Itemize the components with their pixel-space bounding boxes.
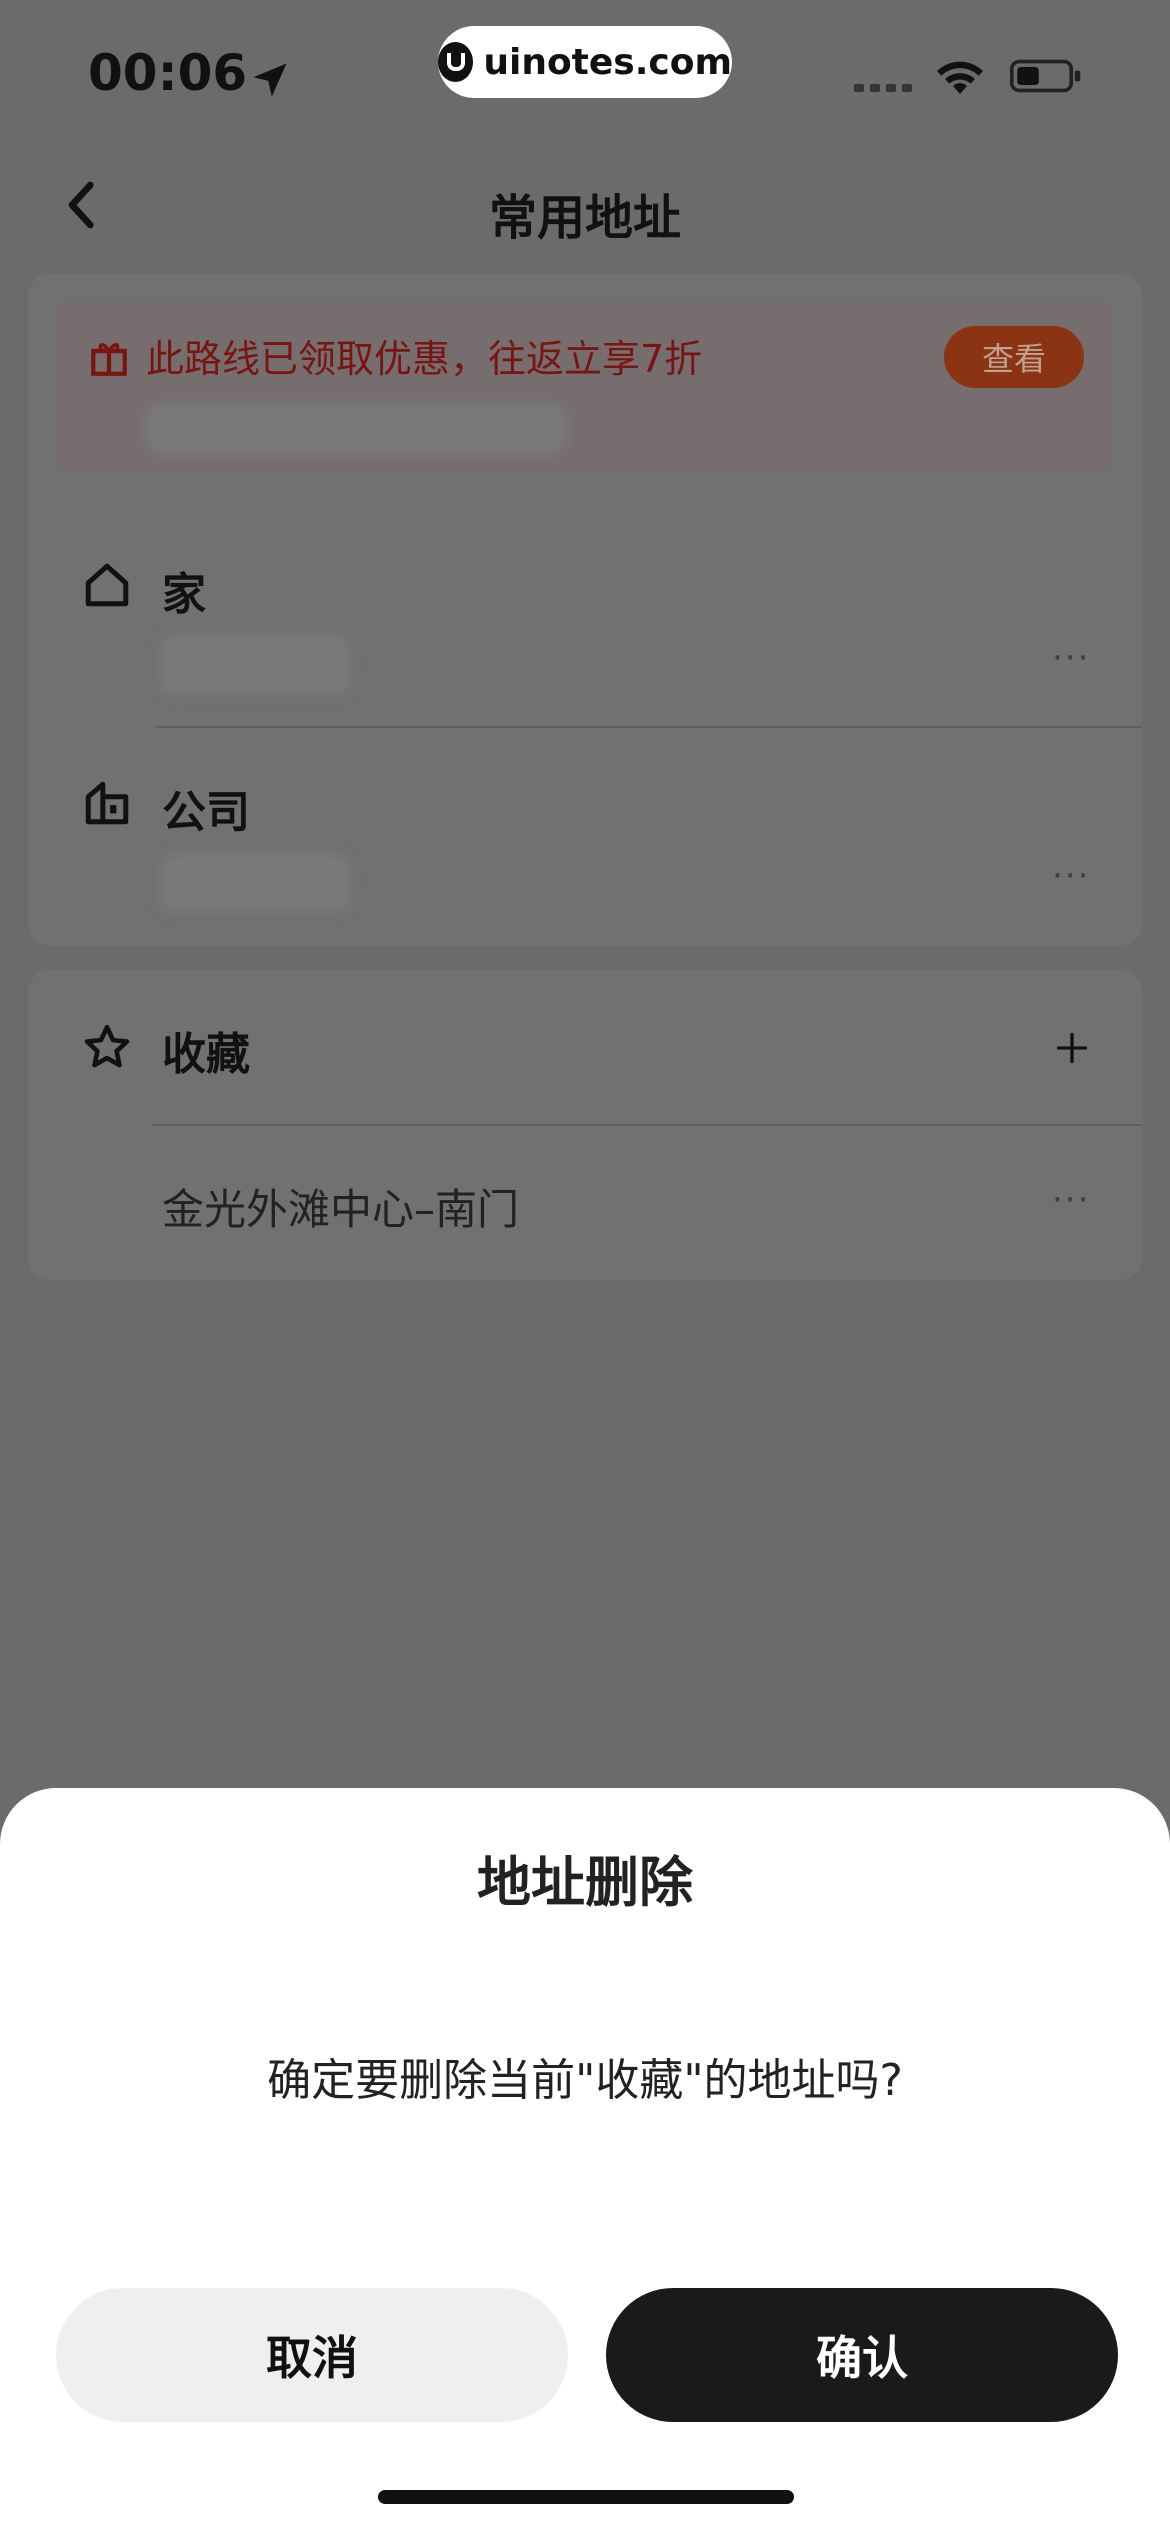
location-arrow-icon <box>253 63 287 97</box>
home-more-icon[interactable]: ··· <box>1052 638 1090 678</box>
cancel-button[interactable]: 取消 <box>56 2288 568 2422</box>
battery-icon <box>1010 59 1081 93</box>
sheet-message: 确定要删除当前"收藏"的地址吗? <box>267 2055 903 2106</box>
blurred-route-info <box>146 404 566 454</box>
gift-icon <box>91 343 127 376</box>
watermark-logo-icon <box>438 42 474 82</box>
cellular-signal-icon <box>854 84 914 94</box>
promo-view-button[interactable]: 查看 <box>944 326 1084 388</box>
page-title: 常用地址 <box>488 190 681 246</box>
favorites-label: 收藏 <box>162 1029 250 1080</box>
work-label: 公司 <box>162 787 250 838</box>
promo-text: 此路线已领取优惠，往返立享7折 <box>146 337 703 381</box>
home-address-blurred <box>160 636 350 694</box>
watermark-text: uinotes.com <box>483 41 732 83</box>
home-indicator <box>378 2490 794 2504</box>
status-time: 00:06 <box>88 44 248 102</box>
home-icon <box>85 563 129 607</box>
add-favorite-plus-icon[interactable] <box>1054 1030 1090 1066</box>
confirm-button[interactable]: 确认 <box>606 2288 1118 2422</box>
delete-address-sheet: 地址删除 确定要删除当前"收藏"的地址吗? 取消 确认 <box>0 1788 1170 2532</box>
work-address-blurred <box>160 854 350 912</box>
favorite-item-name[interactable]: 金光外滩中心–南门 <box>162 1176 519 1237</box>
building-icon <box>85 781 129 825</box>
divider <box>152 1124 1142 1126</box>
watermark-badge: uinotes.com <box>438 26 732 98</box>
wifi-icon <box>937 61 983 94</box>
divider <box>156 726 1142 728</box>
favorites-card: 收藏 金光外滩中心–南门 ··· <box>28 970 1142 1280</box>
favorite-item-more-icon[interactable]: ··· <box>1052 1180 1090 1220</box>
work-more-icon[interactable]: ··· <box>1052 856 1090 896</box>
star-icon <box>84 1024 130 1068</box>
home-label: 家 <box>162 569 206 620</box>
sheet-title: 地址删除 <box>477 1851 693 1914</box>
common-address-card: 此路线已领取优惠，往返立享7折 查看 家 ··· 公司 ··· <box>28 274 1142 946</box>
